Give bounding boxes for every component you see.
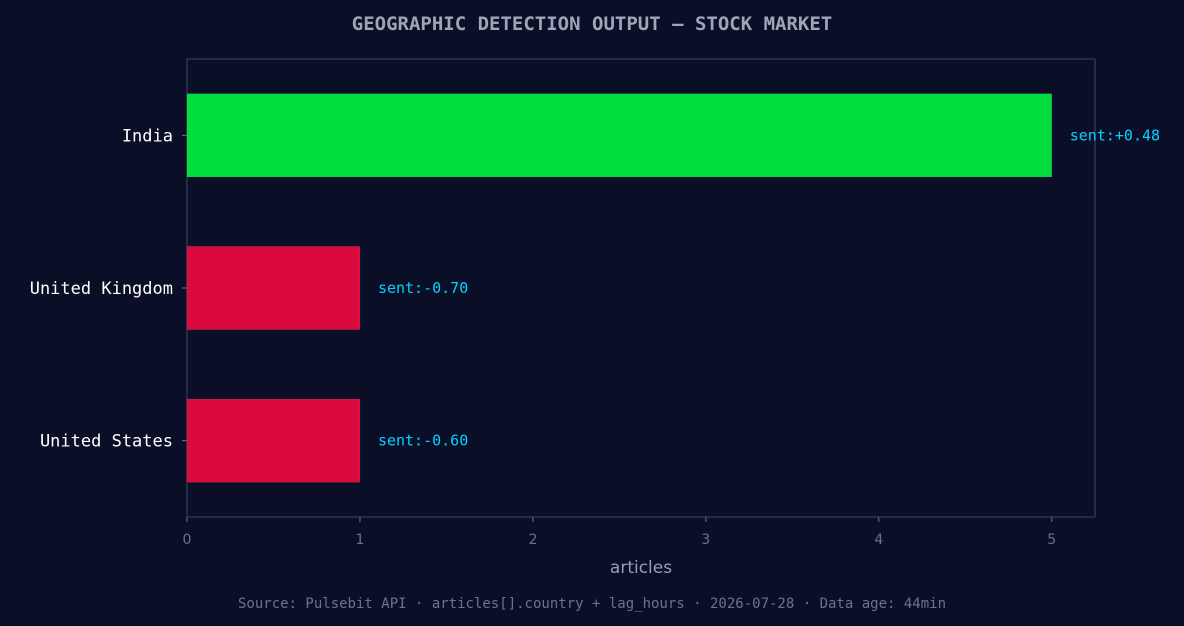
bar-india xyxy=(186,93,1053,178)
x-tick-label: 5 xyxy=(1047,532,1056,548)
y-tick-label-united-kingdom: United Kingdom xyxy=(30,279,173,299)
chart: GEOGRAPHIC DETECTION OUTPUT — STOCK MARK… xyxy=(30,13,1160,612)
bar-annotation-india: sent:+0.48 xyxy=(1070,126,1160,144)
bar-united-kingdom xyxy=(186,246,361,330)
bars-layer: sent:+0.48 sent:-0.70 sent:-0.60 xyxy=(186,93,1160,483)
y-tick-label-united-states: United States xyxy=(40,432,173,452)
y-tick-label-india: India xyxy=(122,126,173,146)
bar-united-states xyxy=(186,398,361,483)
bar-annotation-united-kingdom: sent:-0.70 xyxy=(378,279,468,297)
y-axis: India United Kingdom United States xyxy=(30,126,187,452)
x-axis: 0 1 2 3 4 5 xyxy=(183,517,1056,548)
bar-annotation-united-states: sent:-0.60 xyxy=(378,432,468,450)
x-tick-label: 4 xyxy=(874,532,883,548)
chart-title: GEOGRAPHIC DETECTION OUTPUT — STOCK MARK… xyxy=(352,13,832,35)
x-tick-label: 3 xyxy=(701,532,710,548)
x-tick-label: 2 xyxy=(528,532,537,548)
x-tick-label: 0 xyxy=(183,532,192,548)
x-tick-label: 1 xyxy=(355,532,364,548)
x-axis-label: articles xyxy=(610,558,672,578)
source-footer: Source: Pulsebit API · articles[].countr… xyxy=(238,596,946,612)
